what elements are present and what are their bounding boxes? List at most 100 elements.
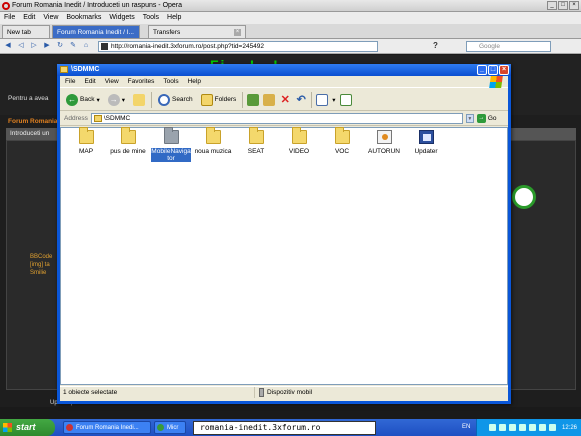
tab-transfers[interactable]: Transfers ×: [148, 25, 246, 38]
folders-label: Folders: [214, 96, 237, 103]
minimize-icon[interactable]: _: [477, 65, 487, 75]
autorun-icon: [376, 130, 392, 144]
opera-tab-bar: New tab Forum Romania Inedit / I... Tran…: [0, 24, 581, 39]
tray-icon[interactable]: [498, 424, 506, 431]
list-item[interactable]: pus de mine: [106, 127, 150, 155]
taskbar-item-opera[interactable]: Forum Romania Inedi...: [63, 421, 151, 434]
menu-view[interactable]: View: [105, 76, 119, 87]
task-label: Micr: [167, 425, 179, 431]
maximize-icon[interactable]: □: [488, 65, 498, 75]
address-input[interactable]: \SDMMC: [90, 113, 463, 124]
views-icon[interactable]: [316, 93, 329, 106]
list-item[interactable]: VIDEO: [277, 127, 321, 155]
fast-forward-icon[interactable]: ▶: [42, 41, 52, 51]
search-button[interactable]: Search: [156, 92, 195, 108]
clock[interactable]: 12:26: [562, 425, 577, 431]
list-item[interactable]: MAP: [64, 127, 108, 155]
windows-logo-icon: [3, 423, 12, 432]
list-item[interactable]: MobileNavigator: [149, 127, 193, 162]
opera-window-controls: _ □ ×: [547, 1, 579, 10]
forward-icon[interactable]: ▷: [29, 41, 39, 51]
file-view[interactable]: MAP pus de mine MobileNavigator noua muz…: [60, 127, 508, 385]
explorer-title: \SDMMC: [71, 66, 100, 73]
language-indicator[interactable]: EN: [462, 424, 470, 430]
folders-button[interactable]: Folders: [199, 92, 239, 108]
list-item[interactable]: Updater: [404, 130, 448, 155]
forward-button[interactable]: → ▾: [106, 92, 127, 108]
up-button[interactable]: [131, 92, 147, 108]
properties-icon[interactable]: [339, 93, 352, 106]
tab-forum[interactable]: Forum Romania Inedit / I...: [52, 25, 140, 38]
address-dropdown-icon[interactable]: ▼: [465, 114, 474, 123]
maximize-icon[interactable]: □: [558, 1, 568, 10]
menu-file[interactable]: File: [65, 76, 75, 87]
status-location-label: Dispozitiv mobil: [267, 388, 313, 396]
move-to-icon[interactable]: [247, 93, 260, 106]
windows-logo-icon: [489, 76, 503, 88]
copy-to-icon[interactable]: [263, 93, 276, 106]
go-arrow-icon: →: [476, 114, 486, 123]
opera-title-bar: Forum Romania Inedit / Introduceti un ra…: [0, 0, 581, 12]
address-field[interactable]: http://romania-inedit.3xforum.ro/post.ph…: [98, 40, 378, 52]
tray-icon[interactable]: [538, 424, 546, 431]
chevron-down-icon[interactable]: ▾: [96, 96, 99, 104]
img-tag-link[interactable]: [img] ta: [30, 261, 52, 269]
menu-tools[interactable]: Tools: [143, 12, 159, 24]
chevron-down-icon[interactable]: ▾: [332, 96, 335, 104]
taskbar-item-microsoft[interactable]: Micr: [154, 421, 186, 434]
help-icon[interactable]: ?: [433, 41, 438, 50]
toolbar-divider: [311, 91, 313, 108]
list-item[interactable]: noua muzica: [191, 127, 235, 155]
folder-icon: [163, 127, 179, 144]
menu-help[interactable]: Help: [167, 12, 181, 24]
tab-new[interactable]: New tab: [2, 25, 50, 38]
close-icon[interactable]: ×: [499, 65, 509, 75]
back-button[interactable]: ← Back ▾: [64, 92, 102, 108]
close-icon[interactable]: ×: [569, 1, 579, 10]
start-label: start: [16, 422, 36, 432]
status-bar: 1 obiecte selectate Dispozitiv mobil: [60, 386, 508, 398]
item-label: VIDEO: [288, 148, 310, 155]
tray-icon[interactable]: [508, 424, 516, 431]
list-item[interactable]: SEAT: [234, 127, 278, 155]
menu-edit[interactable]: Edit: [84, 76, 95, 87]
list-item[interactable]: AUTORUN: [362, 130, 406, 155]
menu-bookmarks[interactable]: Bookmarks: [66, 12, 101, 24]
menu-help[interactable]: Help: [188, 76, 201, 87]
list-item[interactable]: VOC: [320, 127, 364, 155]
updater-icon: [418, 130, 434, 144]
rewind-icon[interactable]: ◀: [3, 41, 13, 51]
menu-widgets[interactable]: Widgets: [109, 12, 134, 24]
close-tab-icon[interactable]: ×: [234, 29, 241, 36]
bbcode-link[interactable]: BBCode: [30, 253, 52, 261]
menu-view[interactable]: View: [43, 12, 58, 24]
undo-icon[interactable]: ↶: [295, 94, 307, 106]
back-label: Back: [80, 96, 95, 103]
taskbar-tooltip: romania-inedit.3xforum.ro: [193, 421, 376, 435]
tray-icon[interactable]: [548, 424, 556, 431]
menu-favorites[interactable]: Favorites: [128, 76, 155, 87]
tray-icon[interactable]: [488, 424, 496, 431]
go-button[interactable]: → Go: [476, 114, 497, 123]
edit-icon[interactable]: ✎: [68, 41, 78, 51]
tray-icon[interactable]: [518, 424, 526, 431]
smilies-link[interactable]: Smilie: [30, 269, 52, 277]
search-input[interactable]: Google: [466, 41, 551, 52]
start-button[interactable]: start: [0, 419, 55, 436]
forum-section-label[interactable]: Forum Romania: [8, 118, 57, 125]
tray-icon[interactable]: [528, 424, 536, 431]
explorer-window-controls: _ □ ×: [477, 65, 509, 75]
delete-icon[interactable]: ✕: [279, 94, 291, 106]
minimize-icon[interactable]: _: [547, 1, 557, 10]
refresh-icon[interactable]: [512, 185, 536, 209]
system-tray: 12:26: [476, 419, 581, 436]
reload-icon[interactable]: ↻: [55, 41, 65, 51]
home-icon[interactable]: ⌂: [81, 41, 91, 51]
menu-tools[interactable]: Tools: [163, 76, 178, 87]
back-icon[interactable]: ◁: [16, 41, 26, 51]
menu-file[interactable]: File: [4, 12, 15, 24]
folder-icon: [205, 127, 221, 144]
menu-edit[interactable]: Edit: [23, 12, 35, 24]
chevron-down-icon[interactable]: ▾: [122, 96, 125, 104]
toolbar-divider: [242, 91, 244, 108]
